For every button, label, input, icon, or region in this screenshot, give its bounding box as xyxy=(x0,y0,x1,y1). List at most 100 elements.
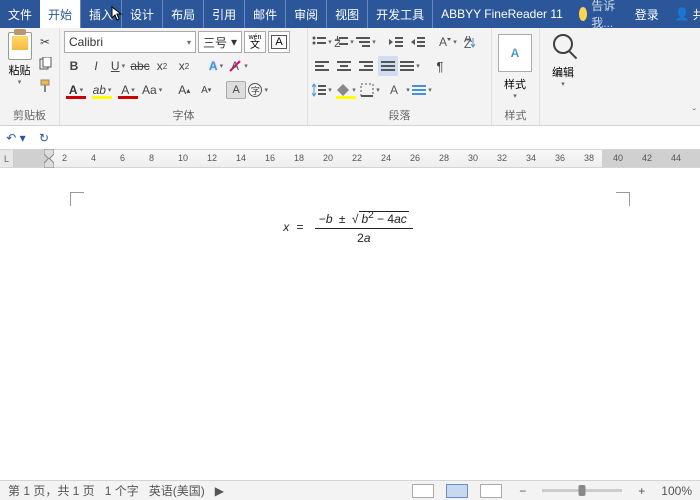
ruler[interactable]: L 24681012141618202224262830323436384042… xyxy=(0,150,700,168)
font-name-select[interactable]: Calibri▾ xyxy=(64,31,196,53)
group-font: Calibri▾ 三号▾ wén文 A B I U abc x2 x2 A A … xyxy=(60,28,308,125)
ruler-tick: 18 xyxy=(294,153,304,163)
underline-button[interactable]: U xyxy=(108,56,128,76)
snap-button[interactable]: A xyxy=(390,80,410,100)
paste-button[interactable]: 粘贴 ▾ xyxy=(4,30,35,88)
align-left-button[interactable] xyxy=(312,56,332,76)
enclose-char-button[interactable]: 字 xyxy=(248,80,268,100)
eq-fraction: −b ± √b2 − 4ac 2a xyxy=(315,210,413,245)
tab-insert[interactable]: 插入 xyxy=(80,0,121,28)
share-button[interactable]: 👤共享 xyxy=(667,0,700,28)
tab-developer[interactable]: 开发工具 xyxy=(367,0,432,28)
align-right-button[interactable] xyxy=(356,56,376,76)
italic-button[interactable]: I xyxy=(86,56,106,76)
multilevel-button[interactable] xyxy=(356,32,376,52)
increase-indent-button[interactable] xyxy=(408,32,428,52)
margin-corner-tl xyxy=(70,192,84,206)
bullets-button[interactable] xyxy=(312,32,332,52)
char-shade-button[interactable]: A xyxy=(226,81,246,99)
font-size-select[interactable]: 三号▾ xyxy=(198,31,242,53)
superscript-button[interactable]: x2 xyxy=(174,56,194,76)
font-size-value: 三号 xyxy=(203,34,227,51)
status-macro-icon[interactable]: ▶ xyxy=(215,484,224,498)
align-center-button[interactable] xyxy=(334,56,354,76)
styles-button[interactable]: A 样式 ▾ xyxy=(496,30,534,100)
format-painter-button[interactable] xyxy=(35,76,55,96)
sort-button[interactable]: AZ xyxy=(460,32,480,52)
tabs-button[interactable] xyxy=(412,80,432,100)
shading-button[interactable] xyxy=(334,80,358,100)
font-name-value: Calibri xyxy=(69,35,103,49)
eq-lhs: x xyxy=(283,220,289,234)
subscript-button[interactable]: x2 xyxy=(152,56,172,76)
decrease-indent-button[interactable] xyxy=(386,32,406,52)
distribute-button[interactable] xyxy=(400,56,420,76)
indent-marker-bottom[interactable] xyxy=(44,158,54,168)
phonetic-guide-button[interactable]: wén文 xyxy=(244,31,266,53)
login-button[interactable]: 登录 xyxy=(627,0,667,28)
share-label: 共享 xyxy=(693,6,700,23)
undo-button[interactable]: ↶ ▾ xyxy=(6,128,26,148)
tab-mailings[interactable]: 邮件 xyxy=(244,0,285,28)
text-direction-button[interactable]: A xyxy=(438,32,458,52)
equation[interactable]: x = −b ± √b2 − 4ac 2a xyxy=(70,192,630,245)
view-read-button[interactable] xyxy=(412,484,434,498)
status-lang[interactable]: 英语(美国) xyxy=(149,482,205,499)
copy-button[interactable] xyxy=(35,54,55,74)
collapse-ribbon-button[interactable]: ˇ xyxy=(693,108,696,119)
bold-button[interactable]: B xyxy=(64,56,84,76)
editing-button[interactable]: 编辑 ▾ xyxy=(544,30,582,88)
zoom-out-button[interactable]: − xyxy=(519,484,526,498)
change-case-button[interactable]: Aa xyxy=(142,80,162,100)
tab-view[interactable]: 视图 xyxy=(326,0,367,28)
highlight-button[interactable]: ab xyxy=(90,80,114,100)
redo-button[interactable]: ↻ xyxy=(34,128,54,148)
tab-review[interactable]: 审阅 xyxy=(285,0,326,28)
ruler-tick: 44 xyxy=(671,153,681,163)
show-marks-button[interactable]: ¶ xyxy=(430,56,450,76)
numbering-button[interactable]: 12 xyxy=(334,32,354,52)
grow-font-button[interactable]: A▴ xyxy=(174,80,194,100)
line-spacing-button[interactable] xyxy=(312,80,332,100)
group-paragraph-label: 段落 xyxy=(308,107,491,123)
borders-button[interactable] xyxy=(360,80,380,100)
justify-button[interactable] xyxy=(378,56,398,76)
zoom-in-button[interactable]: + xyxy=(638,484,645,498)
tab-insert-label: 插入 xyxy=(89,6,113,23)
svg-text:A: A xyxy=(439,36,447,48)
clipboard-icon xyxy=(8,32,32,60)
styles-label: 样式 xyxy=(504,76,526,92)
tab-abbyy[interactable]: ABBYY FineReader 11 xyxy=(432,0,571,28)
view-web-button[interactable] xyxy=(480,484,502,498)
ruler-tick: 40 xyxy=(613,153,623,163)
clear-format-button[interactable]: A xyxy=(228,56,248,76)
view-print-button[interactable] xyxy=(446,484,468,498)
tell-me[interactable]: 告诉我... xyxy=(571,0,627,28)
ruler-tick: 30 xyxy=(468,153,478,163)
shrink-font-button[interactable]: A▾ xyxy=(196,80,216,100)
tab-home[interactable]: 开始 xyxy=(40,0,80,28)
eq-equals: = xyxy=(297,220,304,234)
char-shading-button[interactable]: A xyxy=(116,80,140,100)
zoom-slider[interactable] xyxy=(542,489,622,492)
eq-numerator: −b ± √b2 − 4ac xyxy=(315,210,413,229)
tab-file[interactable]: 文件 xyxy=(0,0,40,28)
ruler-tab-selector[interactable]: L xyxy=(0,150,14,167)
tab-references[interactable]: 引用 xyxy=(203,0,244,28)
font-color-button[interactable]: A xyxy=(64,80,88,100)
ruler-tick: 20 xyxy=(323,153,333,163)
ruler-tick: 10 xyxy=(178,153,188,163)
strike-button[interactable]: abc xyxy=(130,56,150,76)
text-effects-button[interactable]: A xyxy=(206,56,226,76)
ruler-tick: 28 xyxy=(439,153,449,163)
character-border-button[interactable]: A xyxy=(268,31,290,53)
zoom-level[interactable]: 100% xyxy=(661,484,692,498)
cut-button[interactable]: ✂ xyxy=(35,32,55,52)
tab-layout[interactable]: 布局 xyxy=(162,0,203,28)
status-page[interactable]: 第 1 页，共 1 页 xyxy=(8,482,95,499)
ruler-track: 2468101214161820222426283032343638404244… xyxy=(14,150,700,167)
status-words[interactable]: 1 个字 xyxy=(105,482,139,499)
tab-bar: 文件 开始 插入 设计 布局 引用 邮件 审阅 视图 开发工具 ABBYY Fi… xyxy=(0,0,700,28)
tab-design[interactable]: 设计 xyxy=(121,0,162,28)
document-area[interactable]: x = −b ± √b2 − 4ac 2a xyxy=(0,168,700,480)
